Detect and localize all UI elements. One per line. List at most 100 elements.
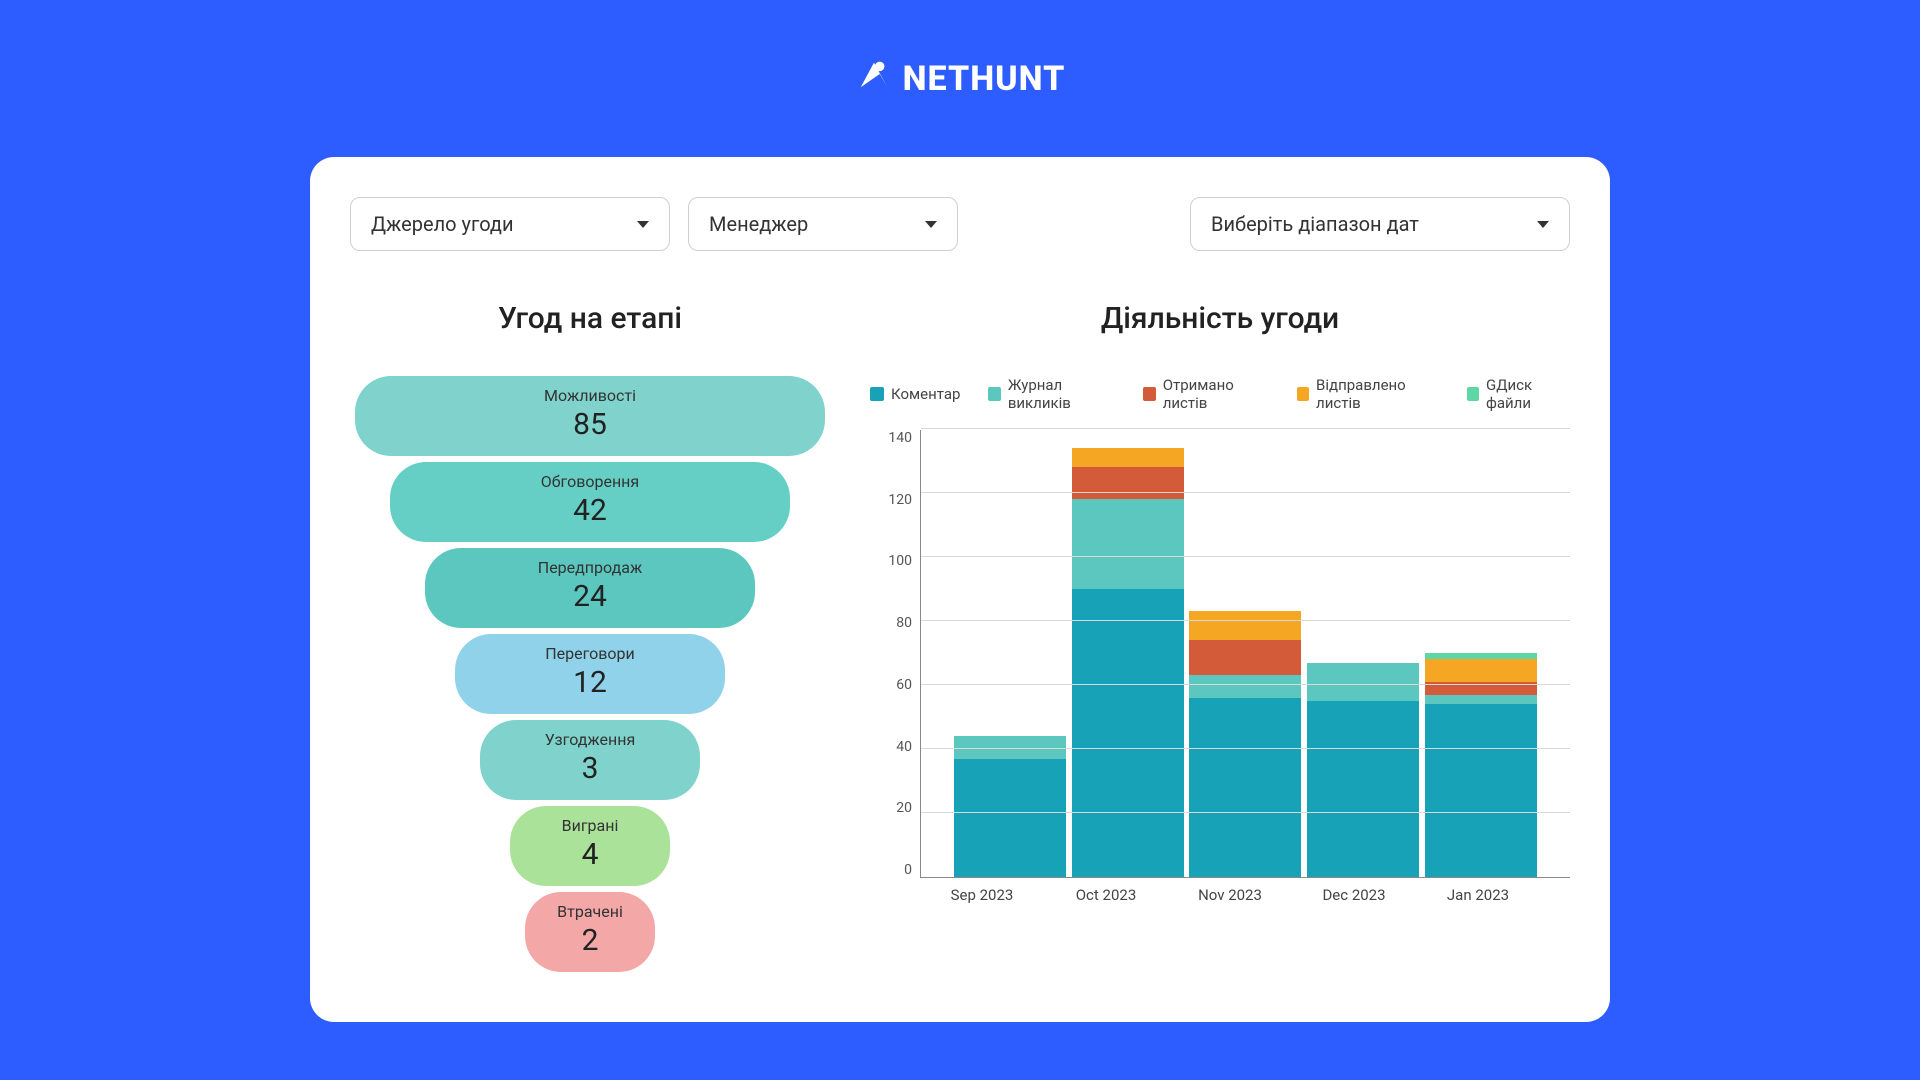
grid-line xyxy=(921,428,1570,429)
funnel-title: Угод на етапі xyxy=(350,301,830,336)
y-tick: 60 xyxy=(896,677,912,693)
y-tick: 40 xyxy=(896,739,912,755)
chevron-down-icon xyxy=(925,221,937,228)
bar-segment xyxy=(1072,448,1184,467)
y-axis: 140 120 100 80 60 40 20 0 xyxy=(870,430,920,878)
grid-line xyxy=(921,492,1570,493)
bar-segment xyxy=(1425,659,1537,681)
legend-item-calls: Журнал викликів xyxy=(988,376,1115,412)
funnel-stage-value: 42 xyxy=(390,493,790,528)
filters-row: Джерело угоди Менеджер Виберіть діапазон… xyxy=(350,197,1570,251)
funnel-stage-label: Узгодження xyxy=(480,730,700,749)
bar-segment xyxy=(1072,499,1184,589)
chevron-down-icon xyxy=(637,221,649,228)
funnel-stage-value: 3 xyxy=(480,751,700,786)
grid-line xyxy=(921,812,1570,813)
y-tick: 140 xyxy=(888,430,912,446)
funnel-stage: Узгодження 3 xyxy=(480,720,700,800)
bar-segment xyxy=(1425,695,1537,705)
bar-segment xyxy=(1189,675,1301,697)
funnel-stage: Передпродаж 24 xyxy=(425,548,755,628)
legend-label: Коментар xyxy=(891,385,960,403)
bar-segment xyxy=(1425,704,1537,877)
bar-segment xyxy=(1189,611,1301,640)
activity-title: Діяльність угоди xyxy=(870,301,1570,336)
bars-row xyxy=(921,430,1570,877)
grid-line xyxy=(921,748,1570,749)
deal-source-select[interactable]: Джерело угоди xyxy=(350,197,670,251)
funnel-stage: Виграні 4 xyxy=(510,806,670,886)
swatch-icon xyxy=(870,387,884,401)
grid-line xyxy=(921,684,1570,685)
funnel-stage-label: Втрачені xyxy=(525,902,655,921)
bar-column xyxy=(1425,653,1537,877)
y-tick: 20 xyxy=(896,800,912,816)
activity-panel: Діяльність угоди Коментар Журнал викликі… xyxy=(870,301,1570,972)
bar-column xyxy=(1189,611,1301,877)
x-tick: Oct 2023 xyxy=(1050,886,1162,904)
bar-segment xyxy=(1307,701,1419,877)
chart-legend: Коментар Журнал викликів Отримано листів… xyxy=(870,376,1570,412)
y-tick: 80 xyxy=(896,615,912,631)
bar-segment xyxy=(954,759,1066,877)
nethunt-logo-icon xyxy=(855,55,893,102)
manager-label: Менеджер xyxy=(709,212,808,236)
funnel-stage-label: Виграні xyxy=(510,816,670,835)
bar-segment xyxy=(1072,467,1184,499)
date-range-label: Виберіть діапазон дат xyxy=(1211,212,1419,236)
y-tick: 0 xyxy=(904,862,912,878)
x-axis: Sep 2023 Oct 2023 Nov 2023 Dec 2023 Jan 2023 xyxy=(870,878,1570,904)
deal-source-label: Джерело угоди xyxy=(371,212,514,236)
funnel-stage-label: Можливості xyxy=(355,386,825,405)
legend-label: Отримано листів xyxy=(1163,376,1269,412)
brand-name: NETHUNT xyxy=(903,59,1066,99)
manager-select[interactable]: Менеджер xyxy=(688,197,958,251)
bar-segment xyxy=(1072,589,1184,877)
funnel-stage: Можливості 85 xyxy=(355,376,825,456)
bar-column xyxy=(1307,663,1419,877)
funnel-stage-value: 85 xyxy=(355,407,825,442)
funnel-stage-value: 12 xyxy=(455,665,725,700)
funnel-stage-label: Передпродаж xyxy=(425,558,755,577)
funnel-stage-value: 2 xyxy=(525,923,655,958)
funnel-stage: Переговори 12 xyxy=(455,634,725,714)
funnel-stage: Втрачені 2 xyxy=(525,892,655,972)
bar-segment xyxy=(1189,640,1301,675)
y-tick: 120 xyxy=(888,492,912,508)
x-tick: Dec 2023 xyxy=(1298,886,1410,904)
dashboard-card: Джерело угоди Менеджер Виберіть діапазон… xyxy=(310,157,1610,1022)
brand-header: NETHUNT xyxy=(855,55,1066,102)
legend-label: Журнал викликів xyxy=(1008,376,1115,412)
x-tick: Sep 2023 xyxy=(926,886,1038,904)
funnel-stage: Обговорення 42 xyxy=(390,462,790,542)
funnel-chart: Можливості 85 Обговорення 42 Передпродаж… xyxy=(350,376,830,972)
plot-area xyxy=(920,430,1570,878)
chevron-down-icon xyxy=(1537,221,1549,228)
grid-line xyxy=(921,556,1570,557)
filters-left: Джерело угоди Менеджер xyxy=(350,197,958,251)
legend-label: Відправлено листів xyxy=(1316,376,1439,412)
legend-item-comment: Коментар xyxy=(870,376,960,412)
bar-segment xyxy=(1307,663,1419,701)
legend-label: GДиск файли xyxy=(1486,376,1570,412)
legend-item-received: Отримано листів xyxy=(1143,376,1268,412)
swatch-icon xyxy=(988,387,1000,401)
swatch-icon xyxy=(1143,387,1155,401)
legend-item-sent: Відправлено листів xyxy=(1297,376,1439,412)
swatch-icon xyxy=(1467,387,1479,401)
funnel-stage-label: Переговори xyxy=(455,644,725,663)
funnel-panel: Угод на етапі Можливості 85 Обговорення … xyxy=(350,301,830,972)
grid-line xyxy=(921,620,1570,621)
bar-segment xyxy=(1189,698,1301,877)
swatch-icon xyxy=(1297,387,1309,401)
y-tick: 100 xyxy=(888,553,912,569)
x-tick: Nov 2023 xyxy=(1174,886,1286,904)
bar-column xyxy=(954,736,1066,877)
funnel-stage-value: 24 xyxy=(425,579,755,614)
x-tick: Jan 2023 xyxy=(1422,886,1534,904)
chart-wrap: 140 120 100 80 60 40 20 0 xyxy=(870,430,1570,878)
date-range-select[interactable]: Виберіть діапазон дат xyxy=(1190,197,1570,251)
funnel-stage-label: Обговорення xyxy=(390,472,790,491)
legend-item-gdisk: GДиск файли xyxy=(1467,376,1570,412)
funnel-stage-value: 4 xyxy=(510,837,670,872)
